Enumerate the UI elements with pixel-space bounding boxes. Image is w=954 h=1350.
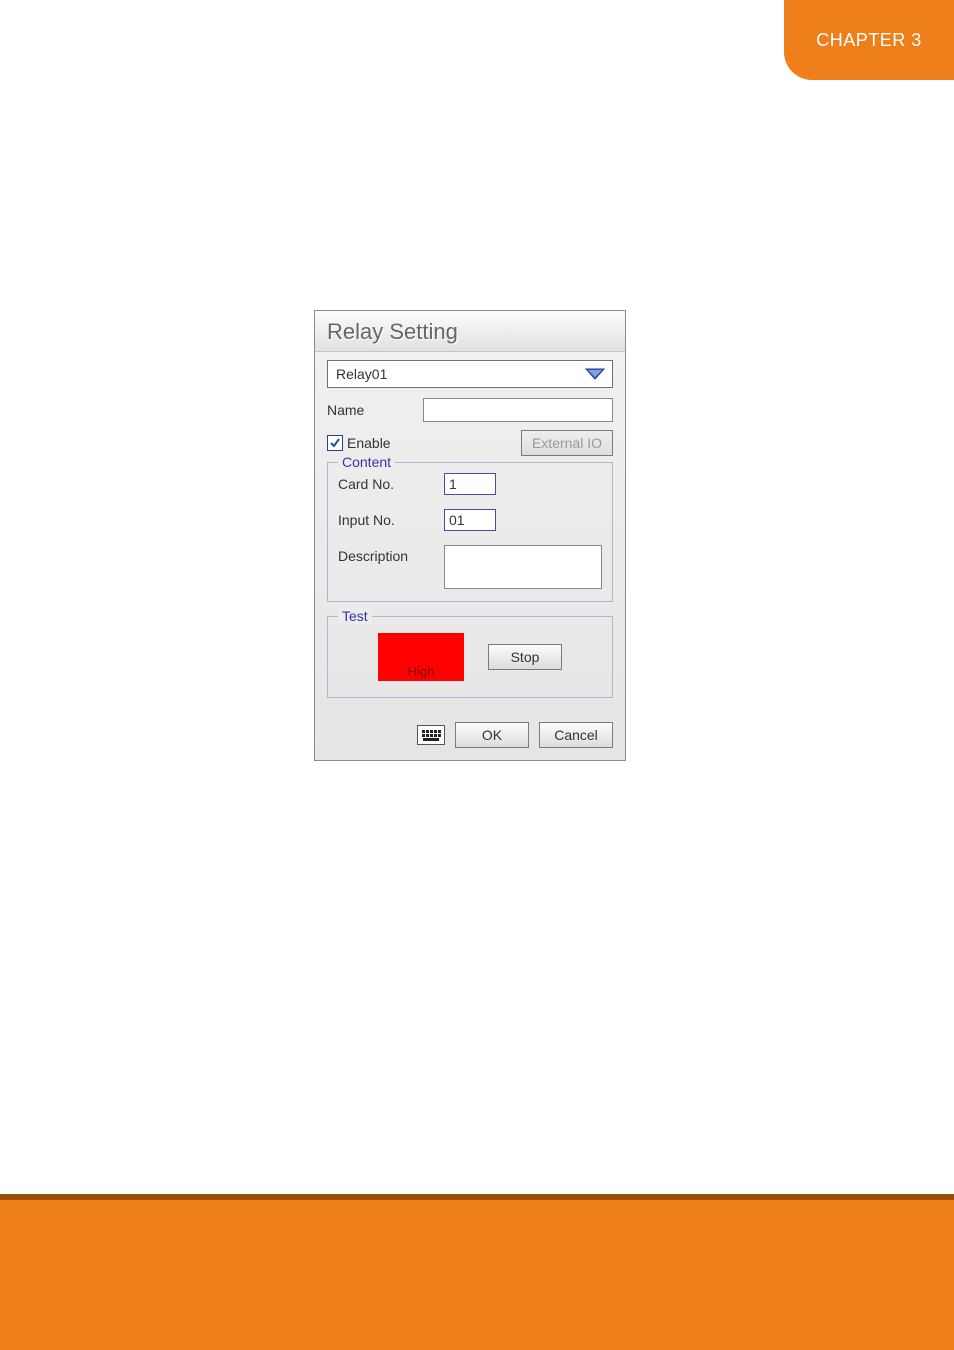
dialog-body: Relay01 Name Enable E — [315, 352, 625, 708]
input-no-input[interactable]: 01 — [444, 509, 496, 531]
keyboard-icon[interactable] — [417, 725, 445, 745]
enable-label: Enable — [347, 435, 391, 451]
test-fieldset: Test High Stop — [327, 616, 613, 698]
name-row: Name — [327, 398, 613, 422]
enable-row: Enable External IO — [327, 430, 613, 456]
relay-select-value: Relay01 — [336, 366, 387, 382]
ok-button-label: OK — [482, 727, 502, 743]
test-legend: Test — [338, 608, 372, 624]
relay-select[interactable]: Relay01 — [327, 360, 613, 388]
check-icon — [329, 437, 341, 449]
test-inner: High Stop — [338, 627, 602, 685]
cancel-button[interactable]: Cancel — [539, 722, 613, 748]
description-row: Description — [338, 545, 602, 589]
content-legend: Content — [338, 454, 395, 470]
description-label: Description — [338, 545, 444, 564]
dialog-title: Relay Setting — [315, 311, 625, 352]
test-status-indicator: High — [378, 633, 464, 681]
chapter-tab: CHAPTER 3 — [784, 0, 954, 80]
card-no-input[interactable]: 1 — [444, 473, 496, 495]
test-status-label: High — [408, 664, 435, 679]
content-fieldset: Content Card No. 1 Input No. 01 Descript… — [327, 462, 613, 602]
card-no-label: Card No. — [338, 473, 444, 492]
stop-button[interactable]: Stop — [488, 644, 562, 670]
ok-button[interactable]: OK — [455, 722, 529, 748]
enable-checkbox[interactable] — [327, 435, 343, 451]
chapter-label: CHAPTER 3 — [816, 30, 922, 51]
footer-bar — [0, 1200, 954, 1350]
external-io-label: External IO — [532, 435, 602, 451]
stop-button-label: Stop — [511, 649, 540, 665]
enable-checkbox-wrap[interactable]: Enable — [327, 435, 391, 451]
chevron-down-icon — [584, 367, 606, 381]
name-input[interactable] — [423, 398, 613, 422]
external-io-button[interactable]: External IO — [521, 430, 613, 456]
relay-setting-dialog: Relay Setting Relay01 Name — [314, 310, 626, 761]
description-input[interactable] — [444, 545, 602, 589]
cancel-button-label: Cancel — [554, 727, 598, 743]
input-no-label: Input No. — [338, 509, 444, 528]
input-no-row: Input No. 01 — [338, 509, 602, 531]
dialog-footer: OK Cancel — [315, 708, 625, 760]
name-label: Name — [327, 402, 423, 418]
card-no-row: Card No. 1 — [338, 473, 602, 495]
